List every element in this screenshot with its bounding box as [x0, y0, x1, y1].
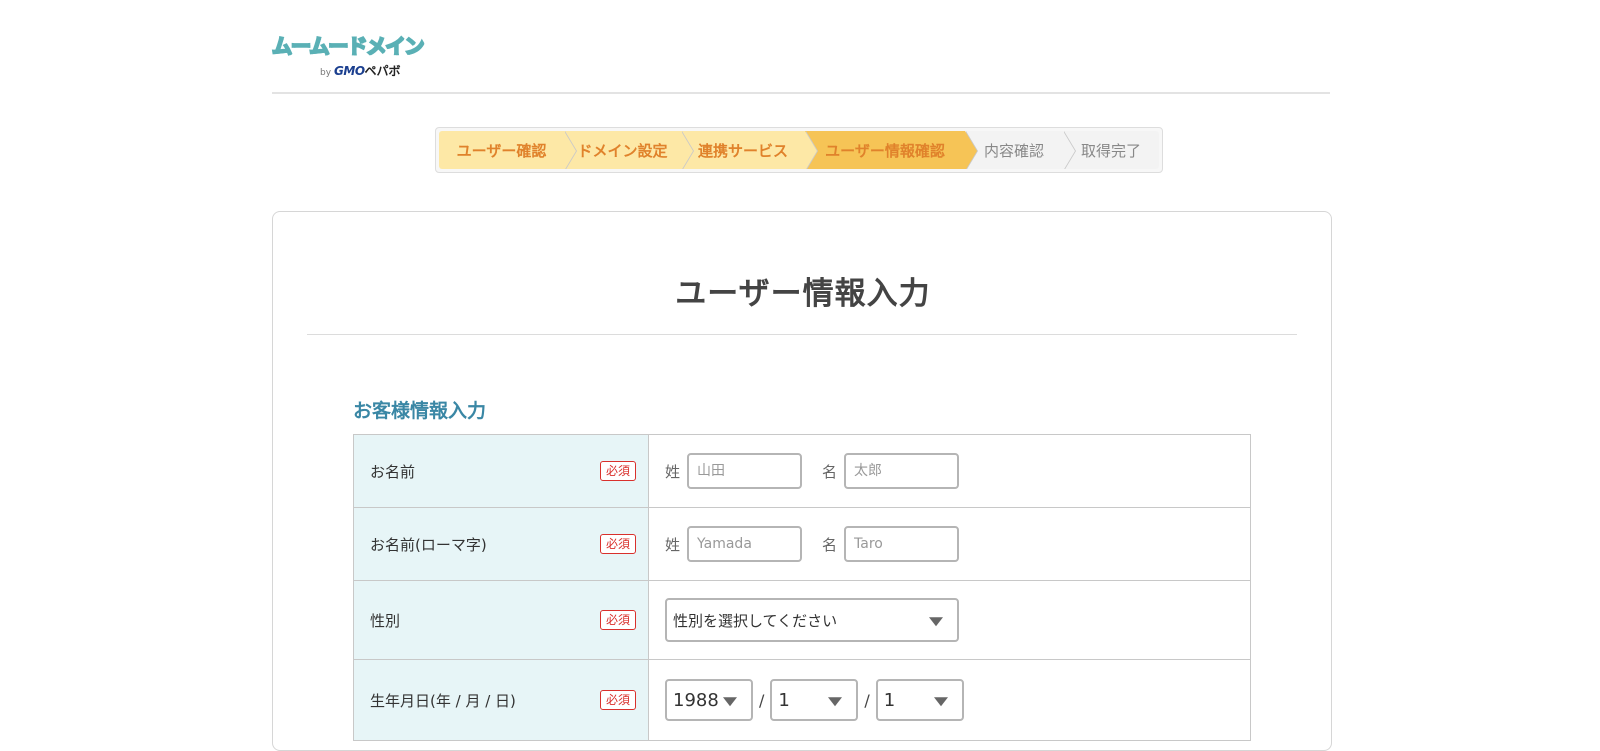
customer-info-form: お名前 必須 姓 名 お名前(ローマ字) 必須 姓 名: [353, 434, 1251, 741]
step-linked-services: 連携サービス: [681, 131, 818, 169]
step-user-info: ユーザー情報確認: [805, 131, 978, 169]
chevron-down-icon: [929, 617, 943, 627]
row-label: 生年月日(年 / 月 / 日) 必須: [354, 660, 649, 740]
date-separator: /: [864, 690, 870, 710]
logo-brand: GMO: [334, 64, 365, 78]
birth-month-select[interactable]: 1: [770, 679, 859, 721]
required-badge: 必須: [599, 690, 636, 710]
row-label: お名前 必須: [354, 435, 649, 507]
step-label: ドメイン設定: [577, 141, 668, 160]
row-label: 性別 必須: [354, 581, 649, 659]
date-separator: /: [759, 690, 765, 710]
birth-month-value: 1: [778, 689, 790, 711]
gender-select[interactable]: 性別を選択してください: [665, 598, 959, 642]
form-row-name-roman: お名前(ローマ字) 必須 姓 名: [354, 508, 1250, 581]
step-content-confirm: 内容確認: [965, 131, 1076, 169]
first-name-roman-input[interactable]: [844, 526, 960, 562]
required-badge: 必須: [599, 610, 636, 630]
logo-brand-sub: ペパボ: [364, 64, 401, 78]
row-field: 姓 名: [649, 435, 1250, 507]
form-row-name: お名前 必須 姓 名: [354, 435, 1250, 508]
page-title: ユーザー情報入力: [675, 276, 931, 312]
first-name-input[interactable]: [844, 453, 960, 489]
step-complete: 取得完了: [1063, 131, 1159, 169]
step-user-confirm: ユーザー確認: [439, 131, 577, 169]
row-field: 性別を選択してください: [649, 581, 1250, 659]
birth-year-value: 1988: [673, 689, 719, 711]
step-label: 連携サービス: [697, 141, 788, 160]
progress-stepper: ユーザー確認 ドメイン設定 連携サービス ユーザー情報確認 内容確認 取得完了: [435, 127, 1163, 173]
main-panel: ユーザー情報入力 お客様情報入力 お名前 必須 姓 名 お名前(ローマ字) 必須: [272, 211, 1332, 751]
step-label: 取得完了: [1080, 141, 1141, 160]
last-name-label: 姓: [665, 462, 681, 481]
form-row-birthday: 生年月日(年 / 月 / 日) 必須 1988 / 1 / 1: [354, 660, 1250, 741]
birth-day-select[interactable]: 1: [875, 679, 964, 721]
field-label-birthday: 生年月日(年 / 月 / 日): [370, 691, 516, 710]
step-label: ユーザー情報確認: [825, 141, 945, 160]
step-label: 内容確認: [983, 141, 1044, 160]
form-row-gender: 性別 必須 性別を選択してください: [354, 581, 1250, 660]
gender-selected-value: 性別を選択してください: [673, 611, 838, 630]
logo-byline: by GMOペパボ: [320, 62, 401, 79]
step-label: ユーザー確認: [456, 141, 547, 160]
row-field: 1988 / 1 / 1: [649, 660, 1250, 740]
last-name-roman-label: 姓: [665, 535, 681, 554]
chevron-down-icon: [828, 697, 843, 707]
step-domain-settings: ドメイン設定: [564, 131, 694, 169]
row-field: 姓 名: [649, 508, 1250, 580]
chevron-down-icon: [723, 697, 737, 707]
section-title: お客様情報入力: [353, 400, 487, 422]
field-label-name: お名前: [370, 462, 416, 481]
muumuu-domain-logo[interactable]: ムームードメイン by GMOペパボ: [271, 30, 447, 79]
row-label: お名前(ローマ字) 必須: [354, 508, 649, 580]
birth-day-value: 1: [883, 689, 896, 711]
first-name-label: 名: [822, 462, 838, 481]
logo-by: by: [320, 68, 332, 78]
chevron-down-icon: [933, 697, 948, 707]
divider: [307, 334, 1297, 335]
logo-wordmark: ムームードメイン: [271, 33, 425, 59]
last-name-input[interactable]: [687, 453, 803, 489]
required-badge: 必須: [599, 461, 636, 481]
last-name-roman-input[interactable]: [687, 526, 803, 562]
field-label-name-roman: お名前(ローマ字): [370, 535, 487, 554]
required-badge: 必須: [599, 534, 636, 554]
birth-year-select[interactable]: 1988: [665, 679, 753, 721]
first-name-roman-label: 名: [822, 535, 838, 554]
site-header: ムームードメイン by GMOペパボ: [271, 0, 1330, 94]
field-label-gender: 性別: [370, 611, 401, 630]
